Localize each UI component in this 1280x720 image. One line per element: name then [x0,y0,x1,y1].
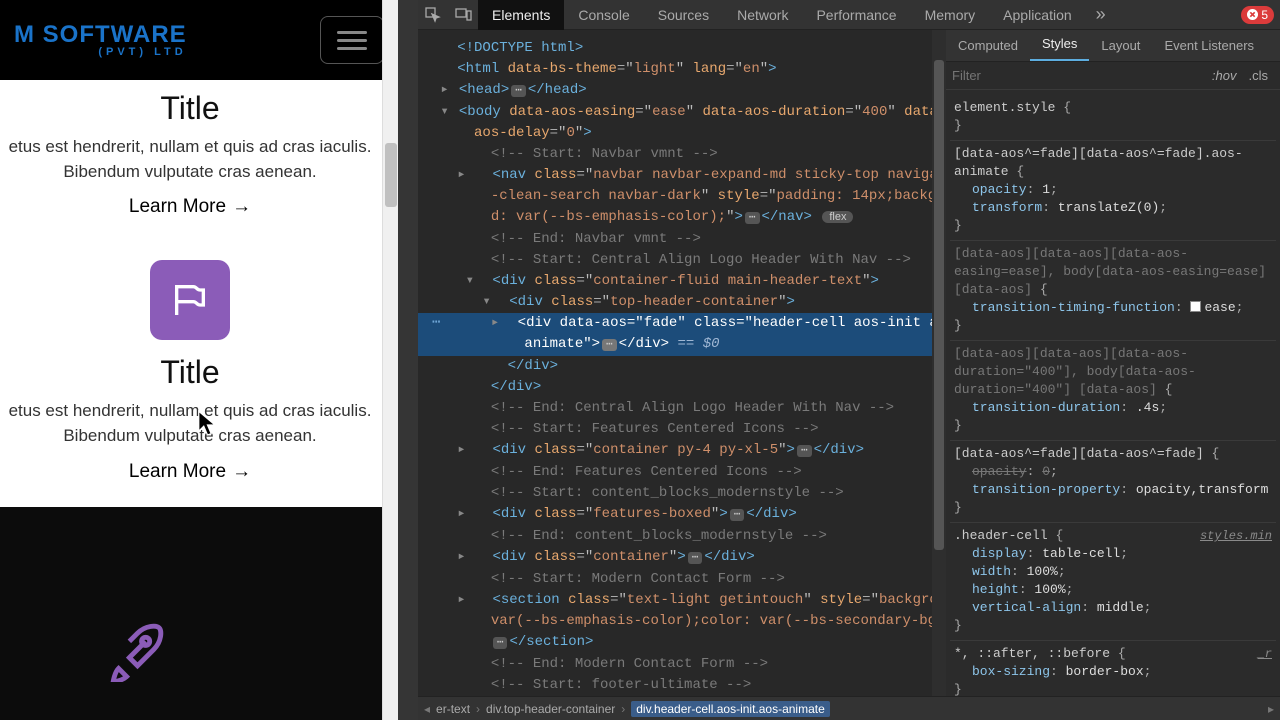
chevron-right-icon[interactable]: ▸ [1268,702,1274,716]
navbar: M SOFTWARE (PVT) LTD [0,0,398,80]
crumb[interactable]: er-text [436,702,470,716]
rocket-icon [105,617,170,682]
dom-breadcrumb[interactable]: ◂ er-text › div.top-header-container › d… [418,696,1280,720]
style-rule: [data-aos][data-aos][data-aos-duration="… [950,342,1276,441]
arrow-right-icon: → [232,196,251,217]
cls-toggle[interactable]: .cls [1243,67,1275,85]
logo-text: M SOFTWARE [14,23,187,47]
styles-filter-row: :hov .cls [946,62,1280,90]
selected-dom-node: ⋯ ▸ <div data-aos="fade" class="header-c… [418,313,946,334]
tab-sources[interactable]: Sources [644,0,723,30]
styles-panel: Computed Styles Layout Event Listeners :… [946,30,1280,696]
style-rule: [data-aos^=fade][data-aos^=fade].aos-ani… [950,142,1276,241]
chevron-left-icon[interactable]: ◂ [424,702,430,716]
inspect-icon[interactable] [418,0,448,30]
hamburger-icon[interactable] [320,16,384,64]
page-scrollbar[interactable] [382,0,398,720]
feature-title: Title [0,90,380,127]
learn-more-link[interactable]: Learn More→ [129,461,251,482]
page-preview: M SOFTWARE (PVT) LTD Title etus est hend… [0,0,398,720]
tab-console[interactable]: Console [564,0,643,30]
site-logo: M SOFTWARE (PVT) LTD [14,23,187,58]
learn-more-link[interactable]: Learn More→ [129,196,251,217]
feature-card-1: Title etus est hendrerit, nullam et quis… [0,80,380,232]
style-rule: [data-aos][data-aos][data-aos-easing=eas… [950,242,1276,341]
dom-tree-panel[interactable]: <!DOCTYPE html> <html data-bs-theme="lig… [418,30,946,696]
style-rule: styles.min .header-cell { display: table… [950,524,1276,641]
style-rule: _r *, ::after, ::before { box-sizing: bo… [950,642,1276,696]
styles-subtabs: Computed Styles Layout Event Listeners [946,30,1280,62]
style-rule: element.style { } [950,96,1276,141]
error-badge[interactable]: 5 [1241,6,1274,24]
subtab-computed[interactable]: Computed [946,31,1030,61]
tab-memory[interactable]: Memory [911,0,990,30]
dark-section [0,507,398,720]
tab-performance[interactable]: Performance [802,0,910,30]
logo-subtext: (PVT) LTD [14,47,187,58]
feature-body: etus est hendrerit, nullam et quis ad cr… [0,399,380,448]
styles-filter-input[interactable] [952,68,1206,83]
device-toggle-icon[interactable] [448,0,478,30]
tab-application[interactable]: Application [989,0,1086,30]
tab-network[interactable]: Network [723,0,802,30]
subtab-layout[interactable]: Layout [1089,31,1152,61]
feature-title: Title [0,354,380,391]
devtools: Elements Console Sources Network Perform… [418,0,1280,720]
devtools-tabbar: Elements Console Sources Network Perform… [418,0,1280,30]
feature-card-2: Title etus est hendrerit, nullam et quis… [0,232,380,496]
dom-scrollbar[interactable] [932,30,946,696]
crumb-selected[interactable]: div.header-cell.aos-init.aos-animate [631,701,830,717]
scrollbar-thumb[interactable] [385,143,397,207]
hov-toggle[interactable]: :hov [1206,67,1243,85]
arrow-right-icon: → [232,461,251,482]
flag-icon [150,260,230,340]
feature-body: etus est hendrerit, nullam et quis ad cr… [0,135,380,184]
more-tabs-icon[interactable]: » [1086,4,1116,25]
scrollbar-thumb[interactable] [934,60,944,550]
crumb[interactable]: div.top-header-container [486,702,615,716]
tab-elements[interactable]: Elements [478,0,564,30]
subtab-event-listeners[interactable]: Event Listeners [1152,31,1266,61]
styles-rules[interactable]: element.style { } [data-aos^=fade][data-… [946,90,1280,696]
panel-divider[interactable] [398,0,418,720]
style-rule: [data-aos^=fade][data-aos^=fade] { opaci… [950,442,1276,523]
subtab-styles[interactable]: Styles [1030,30,1089,61]
